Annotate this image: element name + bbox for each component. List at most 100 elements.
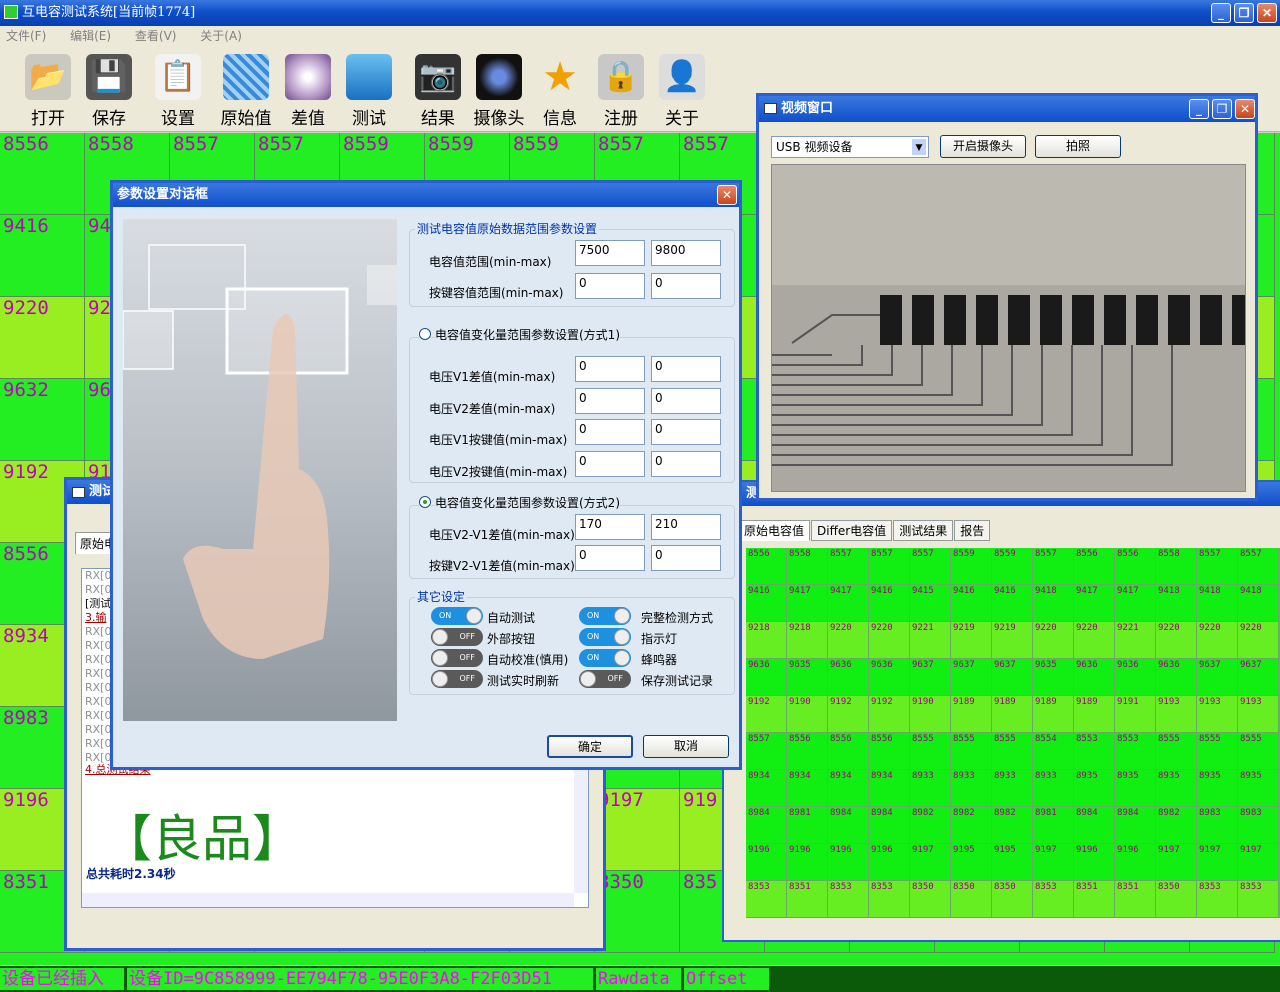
toolbar-result-button[interactable]: 📷 结果 xyxy=(408,54,468,129)
result-cell: 9221 xyxy=(910,622,951,659)
cap-max-input[interactable]: 9800 xyxy=(651,240,721,266)
toggle-knob xyxy=(614,629,630,645)
result-cell: 8557 xyxy=(746,733,787,770)
cap-min-input[interactable]: 7500 xyxy=(575,240,645,266)
toggle-switch[interactable]: ON xyxy=(431,607,483,625)
toggle-switch[interactable]: OFF xyxy=(431,670,483,688)
result-cell: 8982 xyxy=(1156,807,1197,844)
cancel-button[interactable]: 取消 xyxy=(643,735,729,758)
result-cell: 9636 xyxy=(1156,659,1197,696)
toolbar-info-button[interactable]: ★ 信息 xyxy=(530,54,590,129)
v21-diff-min-input[interactable]: 170 xyxy=(575,514,645,540)
dialog-close-button[interactable]: ✕ xyxy=(717,185,737,205)
verdict-text: 【良品】 xyxy=(102,810,302,868)
result-cell: 8559 xyxy=(951,548,992,585)
person-icon: 👤 xyxy=(659,54,705,100)
log-horizontal-scrollbar[interactable] xyxy=(82,893,574,907)
toolbar-about-button[interactable]: 👤 关于 xyxy=(652,54,712,129)
toggle-switch[interactable]: ON xyxy=(579,607,631,625)
toolbar-webcam-button[interactable]: 摄像头 xyxy=(469,54,529,129)
key-range-label: 按键容值范围(min-max) xyxy=(429,286,564,300)
toggle-switch[interactable]: OFF xyxy=(579,670,631,688)
v1-diff-min-input[interactable]: 0 xyxy=(575,356,645,382)
v21-key-label: 按键V2-V1差值(min-max) xyxy=(429,559,575,573)
star-icon: ★ xyxy=(542,54,578,100)
close-button[interactable]: ✕ xyxy=(1257,3,1277,23)
toolbar-raw-button[interactable]: 原始值 xyxy=(216,54,276,129)
toggle-label: 测试实时刷新 xyxy=(487,674,560,688)
save-disk-icon: 💾 xyxy=(86,54,132,100)
tab-raw-capacitance[interactable]: 原始电容值 xyxy=(738,520,811,541)
toggle-state: ON xyxy=(587,653,600,662)
toggle-switch[interactable]: ON xyxy=(579,628,631,646)
toolbar-diff-button[interactable]: 差值 xyxy=(278,54,338,129)
result-cell: 9416 xyxy=(869,585,910,622)
tab-differ-capacitance[interactable]: Differ电容值 xyxy=(811,520,893,541)
result-cell: 9417 xyxy=(787,585,828,622)
toolbar-label: 差值 xyxy=(291,109,325,129)
minimize-button[interactable]: _ xyxy=(1211,3,1231,23)
toolbar-settings-button[interactable]: 📋 设置 xyxy=(148,54,208,129)
menu-view[interactable]: 查看(V) xyxy=(135,29,177,43)
capture-button[interactable]: 拍照 xyxy=(1035,135,1121,158)
v1-diff-max-input[interactable]: 0 xyxy=(651,356,721,382)
mode2-radio[interactable] xyxy=(419,496,431,508)
toolbar-save-button[interactable]: 💾 保存 xyxy=(79,54,139,129)
result-cell: 9637 xyxy=(910,659,951,696)
toggle-state: ON xyxy=(587,611,600,620)
toggle-label: 完整检测方式 xyxy=(641,611,714,625)
toggle-switch[interactable]: ON xyxy=(579,649,631,667)
v2-diff-min-input[interactable]: 0 xyxy=(575,388,645,414)
key-max-input[interactable]: 0 xyxy=(651,273,721,299)
toolbar-label: 关于 xyxy=(665,109,699,129)
menu-bar: 文件(F) 编辑(E) 查看(V) 关于(A) xyxy=(0,26,1280,46)
result-cell: 9195 xyxy=(992,844,1033,881)
v2-key-min-input[interactable]: 0 xyxy=(575,451,645,477)
menu-about[interactable]: 关于(A) xyxy=(200,29,242,43)
result-cell: 8933 xyxy=(992,770,1033,807)
result-cell: 9636 xyxy=(746,659,787,696)
finger-illustration xyxy=(123,244,397,659)
toolbar-open-button[interactable]: 📂 打开 xyxy=(18,54,78,129)
video-minimize-button[interactable]: _ xyxy=(1189,99,1209,119)
tab-report[interactable]: 报告 xyxy=(954,520,991,541)
ok-button[interactable]: 确定 xyxy=(547,735,633,758)
toggle-state: ON xyxy=(587,632,600,641)
result-cell: 8353 xyxy=(1238,881,1279,918)
toggle-state: OFF xyxy=(459,632,476,641)
menu-file[interactable]: 文件(F) xyxy=(6,29,46,43)
v1-key-min-input[interactable]: 0 xyxy=(575,419,645,445)
tab-test-result[interactable]: 测试结果 xyxy=(893,520,954,541)
mode1-radio[interactable] xyxy=(419,328,431,340)
status-offset: Offset xyxy=(684,968,769,990)
toggle-state: ON xyxy=(439,611,452,620)
maximize-button[interactable]: ❐ xyxy=(1234,3,1254,23)
v21-key-max-input[interactable]: 0 xyxy=(651,545,721,571)
v2-key-max-input[interactable]: 0 xyxy=(651,451,721,477)
grid-cell: 9220 xyxy=(0,297,85,379)
open-camera-button[interactable]: 开启摄像头 xyxy=(940,135,1026,158)
result-cell: 8351 xyxy=(1074,881,1115,918)
v1-key-max-input[interactable]: 0 xyxy=(651,419,721,445)
menu-edit[interactable]: 编辑(E) xyxy=(70,29,111,43)
result-cell: 8555 xyxy=(992,733,1033,770)
results-grid: 8556 8558 8557 8557 8557 8559 8559 8557 8556 8556… xyxy=(746,548,1280,918)
result-cell: 9196 xyxy=(828,844,869,881)
v21-diff-max-input[interactable]: 210 xyxy=(651,514,721,540)
v2-diff-max-input[interactable]: 0 xyxy=(651,388,721,414)
result-cell: 8933 xyxy=(1033,770,1074,807)
grid-cell: 9197 xyxy=(595,789,680,871)
key-min-input[interactable]: 0 xyxy=(575,273,645,299)
toggle-label: 自动测试 xyxy=(487,611,536,625)
result-cell: 9636 xyxy=(1115,659,1156,696)
toggle-switch[interactable]: OFF xyxy=(431,628,483,646)
video-maximize-button[interactable]: ❐ xyxy=(1212,99,1232,119)
toggle-knob xyxy=(614,608,630,624)
toolbar-test-button[interactable]: 测试 xyxy=(339,54,399,129)
video-close-button[interactable]: ✕ xyxy=(1235,99,1255,119)
camera-device-select[interactable]: USB 视频设备 ▼ xyxy=(771,136,929,158)
toolbar-register-button[interactable]: 🔒 注册 xyxy=(591,54,651,129)
toggle-switch[interactable]: OFF xyxy=(431,649,483,667)
v21-key-min-input[interactable]: 0 xyxy=(575,545,645,571)
toggle-knob xyxy=(466,608,482,624)
